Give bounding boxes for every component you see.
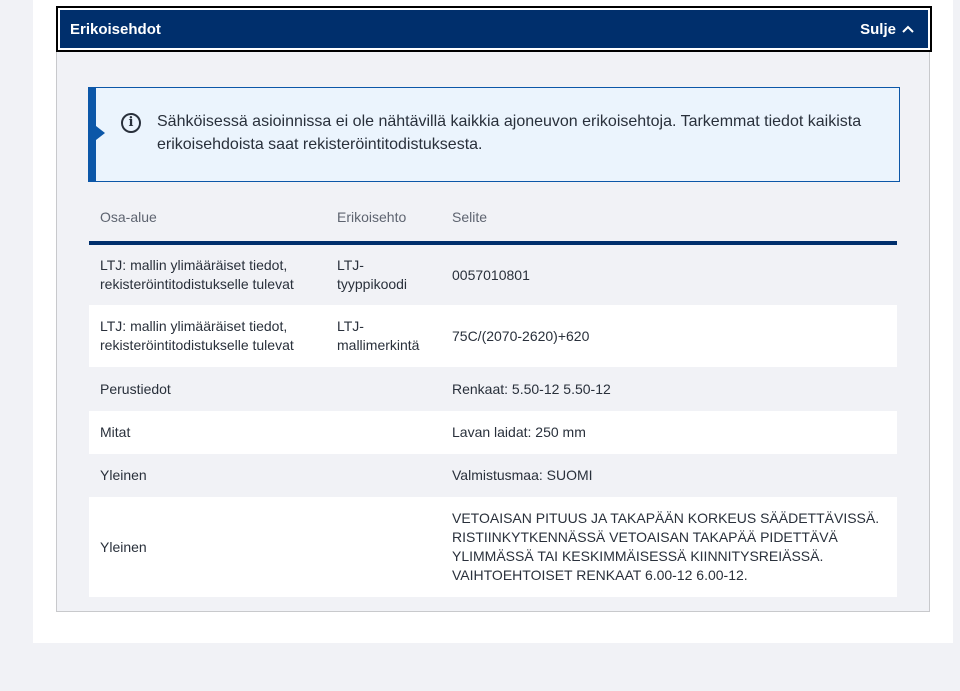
table-row: Perustiedot Renkaat: 5.50-12 5.50-12	[89, 367, 897, 411]
column-header-erikoisehto: Erikoisehto	[326, 192, 441, 245]
cell-erikoisehto	[326, 454, 441, 497]
cell-selite: VETOAISAN PITUUS JA TAKAPÄÄN KORKEUS SÄÄ…	[441, 497, 897, 597]
cell-osa-alue: LTJ: mallin ylimääräiset tiedot, rekiste…	[89, 305, 326, 367]
table-row: Mitat Lavan laidat: 250 mm	[89, 411, 897, 454]
column-header-osa-alue: Osa-alue	[89, 192, 326, 245]
cell-selite: 75C/(2070-2620)+620	[441, 305, 897, 367]
cell-erikoisehto	[326, 411, 441, 454]
table-row: LTJ: mallin ylimääräiset tiedot, rekiste…	[89, 243, 897, 305]
cell-selite: Lavan laidat: 250 mm	[441, 411, 897, 454]
cell-osa-alue: Mitat	[89, 411, 326, 454]
notice-accent-bar	[88, 87, 96, 182]
accordion-header[interactable]: Erikoisehdot Sulje	[56, 6, 932, 52]
info-notice: i Sähköisessä asioinnissa ei ole nähtävi…	[88, 87, 900, 182]
chevron-up-icon	[902, 25, 914, 33]
table-row: LTJ: mallin ylimääräiset tiedot, rekiste…	[89, 305, 897, 367]
cell-osa-alue: LTJ: mallin ylimääräiset tiedot, rekiste…	[89, 243, 326, 305]
cell-erikoisehto	[326, 367, 441, 411]
cell-selite: 0057010801	[441, 243, 897, 305]
special-conditions-accordion: Erikoisehdot Sulje i Sähköisessä asioinn…	[56, 6, 932, 612]
close-label: Sulje	[860, 20, 896, 38]
info-icon: i	[121, 113, 141, 133]
close-button[interactable]: Sulje	[860, 21, 914, 38]
accordion-title: Erikoisehdot	[70, 20, 161, 38]
notice-arrow-icon	[96, 126, 105, 140]
table-row: Yleinen VETOAISAN PITUUS JA TAKAPÄÄN KOR…	[89, 497, 897, 597]
cell-selite: Valmistusmaa: SUOMI	[441, 454, 897, 497]
cell-selite: Renkaat: 5.50-12 5.50-12	[441, 367, 897, 411]
table-row: Yleinen Valmistusmaa: SUOMI	[89, 454, 897, 497]
table-header-row: Osa-alue Erikoisehto Selite	[89, 192, 897, 245]
cell-erikoisehto	[326, 497, 441, 597]
cell-osa-alue: Yleinen	[89, 497, 326, 597]
cell-osa-alue: Perustiedot	[89, 367, 326, 411]
cell-erikoisehto: LTJ-tyyppikoodi	[326, 243, 441, 305]
notice-text: Sähköisessä asioinnissa ei ole nähtävill…	[157, 113, 862, 153]
accordion-body: i Sähköisessä asioinnissa ei ole nähtävi…	[56, 52, 930, 612]
column-header-selite: Selite	[441, 192, 897, 245]
accordion-header-bar[interactable]: Erikoisehdot Sulje	[60, 10, 928, 48]
cell-osa-alue: Yleinen	[89, 454, 326, 497]
cell-erikoisehto: LTJ-mallimerkintä	[326, 305, 441, 367]
special-conditions-table: Osa-alue Erikoisehto Selite LTJ: mallin …	[89, 192, 897, 597]
